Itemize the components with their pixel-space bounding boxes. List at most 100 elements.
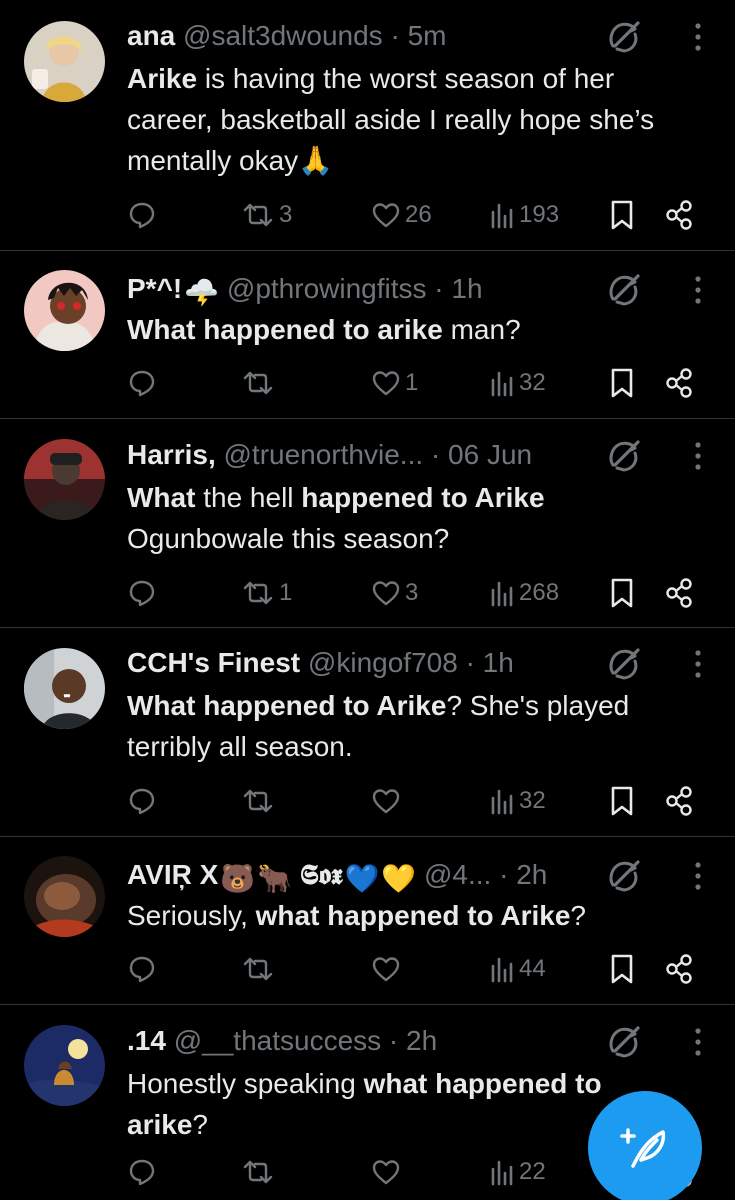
bookmark-button[interactable] xyxy=(609,784,635,818)
user-handle[interactable]: @4... xyxy=(424,859,491,890)
share-button[interactable] xyxy=(664,366,694,400)
grok-button[interactable] xyxy=(607,439,641,473)
reply-button[interactable] xyxy=(127,784,161,818)
compose-button[interactable] xyxy=(588,1091,702,1200)
grok-button[interactable] xyxy=(607,273,641,307)
separator-dot: · xyxy=(499,859,509,890)
views-button[interactable]: 268 xyxy=(489,576,559,610)
reply-button[interactable] xyxy=(127,576,161,610)
tweet-text: What happened to arike man? xyxy=(127,309,675,350)
share-button[interactable] xyxy=(664,952,694,986)
user-handle[interactable]: @truenorthvie... xyxy=(224,439,424,470)
bookmark-icon xyxy=(611,368,633,398)
timestamp[interactable]: 1h xyxy=(483,647,514,678)
share-button[interactable] xyxy=(664,198,694,232)
grok-button[interactable] xyxy=(607,859,641,893)
bookmark-button[interactable] xyxy=(609,198,635,232)
reply-icon xyxy=(129,788,155,815)
reply-button[interactable] xyxy=(127,198,161,232)
share-button[interactable] xyxy=(664,784,694,818)
more-button[interactable] xyxy=(693,649,703,679)
tweet-header: AVIŖ X🐻🐂 𝕾𝖔𝖝💙💛 @4... · 2h xyxy=(127,857,615,893)
bold-text: What happened to Arike xyxy=(127,690,447,721)
like-button[interactable]: 1 xyxy=(371,366,418,400)
tweet-actions: 3 26 193 xyxy=(127,198,705,232)
text-segment: man? xyxy=(442,314,521,345)
tweet[interactable]: AVIŖ X🐻🐂 𝕾𝖔𝖝💙💛 @4... · 2h Seriously, wha… xyxy=(0,837,735,1005)
reply-button[interactable] xyxy=(127,1155,161,1189)
display-name[interactable]: .14 xyxy=(127,1025,166,1056)
avatar[interactable] xyxy=(24,1025,105,1106)
bookmark-button[interactable] xyxy=(609,952,635,986)
bold-text: What xyxy=(127,482,196,513)
tweet-actions: 1 32 xyxy=(127,366,705,400)
more-button[interactable] xyxy=(693,861,703,891)
views-count: 32 xyxy=(519,369,546,396)
avatar[interactable] xyxy=(24,439,105,520)
user-handle[interactable]: @__thatsuccess xyxy=(174,1025,381,1056)
compose-feather-icon xyxy=(620,1128,666,1168)
display-name[interactable]: CCH's Finest xyxy=(127,647,300,678)
like-button[interactable] xyxy=(371,784,405,818)
views-button[interactable]: 44 xyxy=(489,952,546,986)
retweet-button[interactable] xyxy=(241,952,279,986)
more-button[interactable] xyxy=(693,275,703,305)
display-name[interactable]: AVIŖ X xyxy=(127,859,218,890)
reply-button[interactable] xyxy=(127,366,161,400)
user-handle[interactable]: @salt3dwounds xyxy=(183,20,383,51)
bookmark-icon xyxy=(611,200,633,230)
grok-button[interactable] xyxy=(607,1025,641,1059)
avatar[interactable] xyxy=(24,856,105,937)
display-name[interactable]: Harris, xyxy=(127,439,216,470)
tweet[interactable]: CCH's Finest @kingof708 · 1h What happen… xyxy=(0,628,735,837)
avatar[interactable] xyxy=(24,21,105,102)
views-button[interactable]: 32 xyxy=(489,366,546,400)
tweet[interactable]: ana @salt3dwounds · 5m Arike is having t… xyxy=(0,0,735,251)
user-handle[interactable]: @kingof708 xyxy=(308,647,458,678)
text-segment: ? xyxy=(192,1109,208,1140)
retweet-icon xyxy=(243,1160,273,1184)
bookmark-button[interactable] xyxy=(609,366,635,400)
reply-button[interactable] xyxy=(127,952,161,986)
timestamp[interactable]: 1h xyxy=(451,273,482,304)
retweet-button[interactable]: 1 xyxy=(241,576,292,610)
timestamp[interactable]: 06 Jun xyxy=(448,439,532,470)
avatar[interactable] xyxy=(24,270,105,351)
timestamp[interactable]: 5m xyxy=(408,20,447,51)
tweet[interactable]: Harris, @truenorthvie... · 06 Jun What t… xyxy=(0,419,735,628)
avatar[interactable] xyxy=(24,648,105,729)
retweet-button[interactable]: 3 xyxy=(241,198,292,232)
like-button[interactable]: 26 xyxy=(371,198,432,232)
retweet-button[interactable] xyxy=(241,366,279,400)
tweet[interactable]: P*^!🌩️ @pthrowingfitss · 1h What happene… xyxy=(0,251,735,419)
more-button[interactable] xyxy=(693,22,703,52)
like-button[interactable] xyxy=(371,952,405,986)
retweet-count: 1 xyxy=(279,579,293,606)
user-handle[interactable]: @pthrowingfitss xyxy=(227,273,427,304)
retweet-button[interactable] xyxy=(241,1155,279,1189)
separator-dot: · xyxy=(388,1025,399,1056)
timestamp[interactable]: 2h xyxy=(516,859,547,890)
bookmark-icon xyxy=(611,954,633,984)
like-button[interactable]: 3 xyxy=(371,576,418,610)
views-count: 32 xyxy=(519,787,546,814)
grok-button[interactable] xyxy=(607,647,641,681)
share-icon xyxy=(666,786,692,816)
timestamp[interactable]: 2h xyxy=(406,1025,437,1056)
bookmark-button[interactable] xyxy=(609,576,635,610)
share-button[interactable] xyxy=(664,576,694,610)
like-button[interactable] xyxy=(371,1155,405,1189)
more-button[interactable] xyxy=(693,441,703,471)
retweet-button[interactable] xyxy=(241,784,279,818)
more-button[interactable] xyxy=(693,1027,703,1057)
display-name[interactable]: ana xyxy=(127,20,175,51)
display-name[interactable]: P*^! xyxy=(127,273,182,304)
grok-button[interactable] xyxy=(607,20,641,54)
views-button[interactable]: 32 xyxy=(489,784,546,818)
views-button[interactable]: 193 xyxy=(489,198,559,232)
text-segment: the hell xyxy=(195,482,302,513)
text-segment: ? xyxy=(570,900,586,931)
heart-icon xyxy=(372,957,400,982)
grok-icon xyxy=(609,648,640,680)
views-button[interactable]: 22 xyxy=(489,1155,546,1189)
